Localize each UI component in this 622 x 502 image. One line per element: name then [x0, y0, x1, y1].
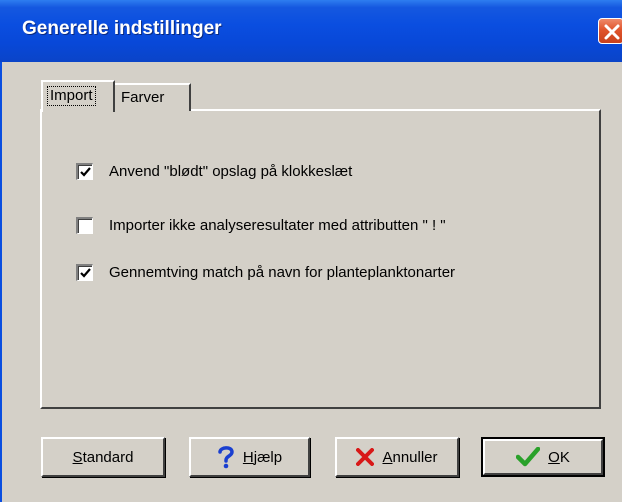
green-check-icon — [515, 446, 541, 467]
question-mark-icon — [217, 445, 235, 469]
ok-button[interactable]: OK — [481, 437, 605, 477]
cancel-button-label: Annuller — [382, 448, 438, 466]
ok-button-face: OK — [483, 439, 603, 475]
close-button[interactable] — [598, 18, 622, 44]
window-title: Generelle indstillinger — [22, 18, 222, 39]
checkmark-icon — [80, 267, 91, 278]
tab-import[interactable]: Import — [41, 80, 115, 112]
title-bar[interactable]: Generelle indstillinger — [0, 0, 622, 62]
red-x-icon — [356, 448, 375, 466]
tab-import-label: Import — [47, 86, 96, 106]
soft-lookup-checkbox[interactable] — [76, 162, 93, 180]
standard-button-label: Standard — [72, 448, 134, 466]
help-button[interactable]: Hjælp — [189, 437, 310, 477]
tab-farver-label: Farver — [121, 89, 165, 106]
standard-button[interactable]: Standard — [41, 437, 165, 477]
force-name-match-label: Gennemtving match på navn for planteplan… — [109, 263, 456, 281]
force-name-match-checkbox[interactable] — [76, 263, 93, 281]
tab-panel-import — [40, 109, 601, 409]
settings-dialog: Generelle indstillinger Import Farver An… — [0, 0, 622, 502]
ok-button-label: OK — [548, 448, 570, 466]
cancel-button[interactable]: Annuller — [335, 437, 459, 477]
exclude-attribute-label: Importer ikke analyseresultater med attr… — [109, 216, 446, 234]
tab-farver[interactable]: Farver — [115, 83, 191, 111]
close-icon — [604, 24, 620, 40]
help-button-label: Hjælp — [242, 448, 283, 466]
option-exclude-attribute[interactable]: Importer ikke analyseresultater med attr… — [76, 216, 446, 234]
checkmark-icon — [80, 166, 91, 177]
soft-lookup-label: Anvend "blødt" opslag på klokkeslæt — [109, 162, 353, 180]
exclude-attribute-checkbox[interactable] — [76, 216, 93, 234]
option-force-name-match[interactable]: Gennemtving match på navn for planteplan… — [76, 263, 455, 281]
option-soft-time-lookup[interactable]: Anvend "blødt" opslag på klokkeslæt — [76, 162, 352, 180]
